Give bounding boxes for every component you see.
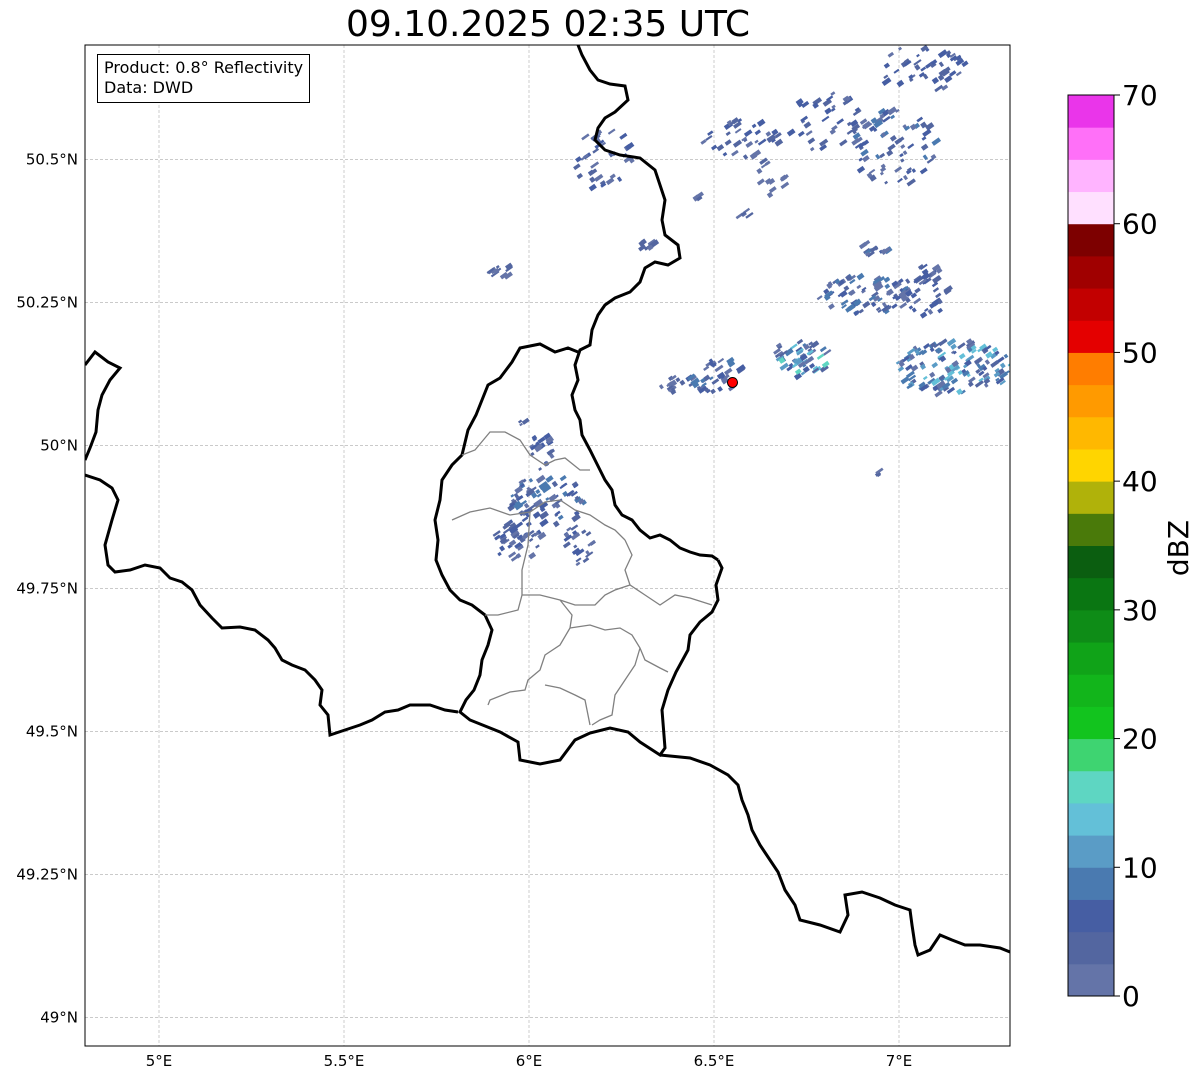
- colorbar-segment: [1068, 609, 1114, 643]
- lat-tick-label: 49.25°N: [16, 865, 78, 883]
- colorbar-segment: [1068, 545, 1114, 579]
- lat-tick-label: 50.25°N: [16, 293, 78, 311]
- colorbar-segment: [1068, 674, 1114, 707]
- colorbar-tick-label: 30: [1122, 594, 1158, 627]
- colorbar-segment: [1068, 223, 1114, 257]
- colorbar-tick-label: 20: [1122, 723, 1158, 756]
- colorbar-segment: [1068, 931, 1114, 965]
- lon-tick-label: 5.5°E: [324, 1052, 365, 1070]
- lat-tick-label: 50.5°N: [26, 150, 78, 168]
- lon-tick-label: 5°E: [146, 1052, 173, 1070]
- lat-tick-label: 49°N: [40, 1008, 78, 1026]
- colorbar-segment: [1068, 738, 1114, 772]
- colorbar-segment: [1068, 835, 1114, 868]
- colorbar-segment: [1068, 577, 1114, 611]
- radar-map: 5°E 5.5°E 6°E 6.5°E 7°E 50.5°N 50.25°N 50°N 49.…: [16, 44, 1195, 1070]
- colorbar-segment: [1068, 770, 1114, 804]
- lon-tick-label: 6.5°E: [694, 1052, 735, 1070]
- latitude-ticks: 50.5°N 50.25°N 50°N 49.75°N 49.5°N 49.25°N 49°…: [16, 150, 78, 1026]
- colorbar-segment: [1068, 416, 1114, 450]
- colorbar-tick-label: 50: [1122, 336, 1158, 369]
- colorbar-segment: [1068, 191, 1114, 225]
- radar-site-dot: [727, 376, 738, 388]
- radar-site-marker: [727, 376, 738, 388]
- lat-tick-label: 49.5°N: [26, 722, 78, 740]
- colorbar-segment: [1068, 384, 1114, 418]
- info-box: Product: 0.8° Reflectivity Data: DWD: [97, 54, 311, 103]
- lon-tick-label: 7°E: [886, 1052, 913, 1070]
- lat-tick-label: 50°N: [40, 436, 78, 454]
- colorbar-tick-label: 0: [1122, 980, 1140, 1013]
- colorbar-tick-label: 40: [1122, 465, 1158, 498]
- colorbar-segment: [1068, 159, 1114, 193]
- colorbar-segment: [1068, 481, 1114, 514]
- colorbar-segment: [1068, 867, 1114, 900]
- colorbar-segment: [1068, 802, 1114, 836]
- colorbar-segment: [1068, 642, 1114, 675]
- colorbar-segment: [1068, 95, 1114, 128]
- colorbar-segment: [1068, 513, 1114, 546]
- colorbar-segment: [1068, 899, 1114, 933]
- colorbar-segment: [1068, 352, 1114, 386]
- colorbar-segment: [1068, 706, 1114, 740]
- colorbar-segment: [1068, 963, 1114, 997]
- colorbar: [1068, 95, 1114, 997]
- product-text: Product: 0.8° Reflectivity: [104, 58, 304, 77]
- colorbar-tick-label: 70: [1122, 79, 1158, 112]
- data-source-text: Data: DWD: [104, 78, 194, 97]
- colorbar-tick-label: 10: [1122, 851, 1158, 884]
- colorbar-ticks: 0 10 20 30 40 50 60 70: [1114, 79, 1158, 1013]
- longitude-ticks: 5°E 5.5°E 6°E 6.5°E 7°E: [146, 1052, 913, 1070]
- colorbar-tick-label: 60: [1122, 208, 1158, 241]
- colorbar-segment: [1068, 127, 1114, 160]
- colorbar-segment: [1068, 288, 1114, 321]
- colorbar-segment: [1068, 448, 1114, 482]
- colorbar-segment: [1068, 320, 1114, 353]
- colorbar-segment: [1068, 255, 1114, 289]
- lon-tick-label: 6°E: [516, 1052, 543, 1070]
- colorbar-label: dBZ: [1162, 520, 1195, 576]
- lat-tick-label: 49.75°N: [16, 579, 78, 597]
